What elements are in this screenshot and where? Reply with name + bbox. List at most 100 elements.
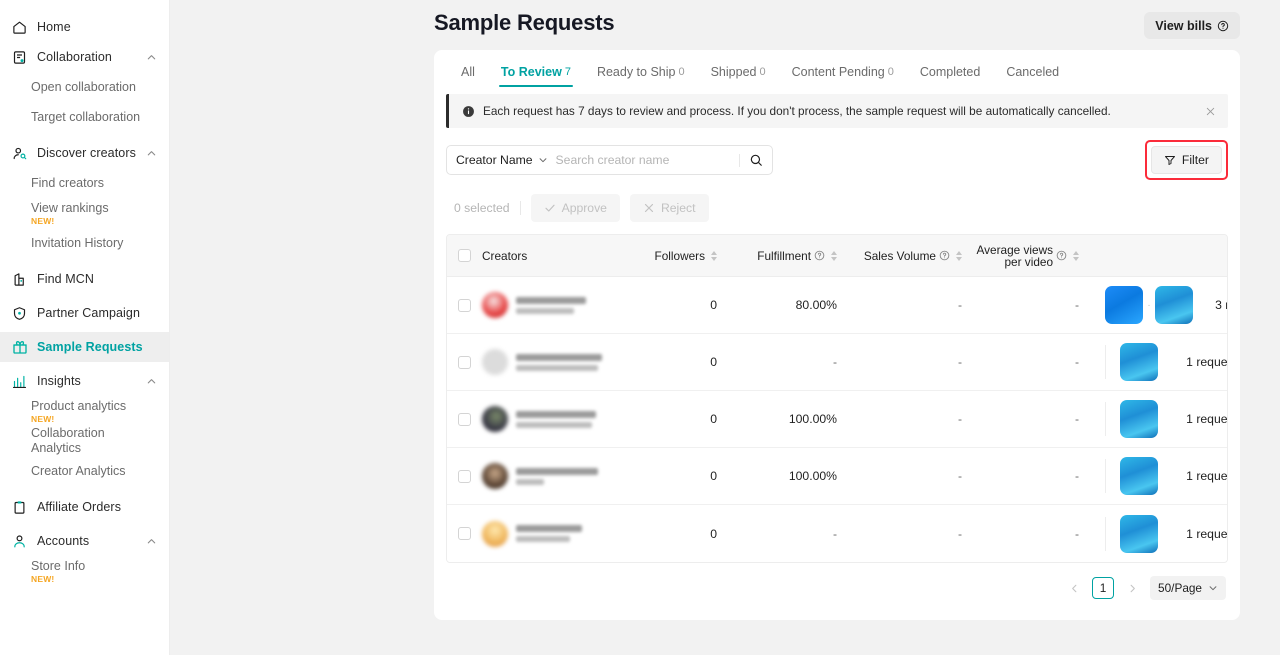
sort-icon[interactable] bbox=[956, 251, 962, 261]
search-icon[interactable] bbox=[749, 153, 763, 167]
creator-name-redacted bbox=[516, 297, 586, 314]
tab-label: Content Pending bbox=[792, 65, 885, 79]
new-badge: NEW! bbox=[31, 574, 157, 584]
sales-volume-cell: - bbox=[851, 527, 976, 541]
sidebar-subitem-label: Find creators bbox=[31, 176, 157, 191]
product-thumbnail[interactable] bbox=[1155, 286, 1193, 324]
requests-cell[interactable]: 1 request bbox=[1158, 412, 1228, 426]
tab-to-review[interactable]: To Review 7 bbox=[488, 50, 584, 94]
info-icon bbox=[462, 105, 475, 118]
sort-icon[interactable] bbox=[711, 251, 717, 261]
sort-icon[interactable] bbox=[1073, 251, 1079, 261]
sidebar-item-open-collaboration[interactable]: Open collaboration bbox=[0, 72, 169, 102]
column-header-sales-volume[interactable]: Sales Volume bbox=[851, 249, 976, 263]
tab-canceled[interactable]: Canceled bbox=[993, 50, 1072, 94]
sidebar-item-target-collaboration[interactable]: Target collaboration bbox=[0, 102, 169, 132]
select-all-checkbox[interactable] bbox=[458, 249, 471, 262]
requests-cell[interactable]: 1 request bbox=[1158, 355, 1228, 369]
tab-all[interactable]: All bbox=[448, 50, 488, 94]
requests-cell[interactable]: 1 request bbox=[1158, 527, 1228, 541]
row-checkbox[interactable] bbox=[458, 527, 471, 540]
sidebar-subitem-label: Invitation History bbox=[31, 236, 157, 251]
row-checkbox[interactable] bbox=[458, 299, 471, 312]
followers-cell: 0 bbox=[632, 527, 736, 541]
next-page-button[interactable] bbox=[1121, 577, 1143, 599]
creator-search-box[interactable]: Creator Name bbox=[446, 145, 773, 175]
average-views-value: - bbox=[1075, 527, 1079, 541]
product-thumbnail[interactable] bbox=[1120, 400, 1158, 438]
main-content: Sample Requests View bills All To Review… bbox=[170, 0, 1280, 655]
sidebar-item-creator-analytics[interactable]: Creator Analytics bbox=[0, 456, 169, 486]
help-circle-icon[interactable] bbox=[1056, 250, 1067, 261]
sales-volume-cell: - bbox=[851, 298, 976, 312]
tab-label: To Review bbox=[501, 65, 562, 79]
column-header-creators: Creators bbox=[481, 249, 632, 263]
filter-label: Filter bbox=[1182, 153, 1209, 167]
tab-completed[interactable]: Completed bbox=[907, 50, 993, 94]
discover-creators-icon bbox=[11, 145, 28, 162]
average-views-value: - bbox=[1075, 355, 1079, 369]
view-bills-button[interactable]: View bills bbox=[1144, 12, 1240, 39]
row-checkbox[interactable] bbox=[458, 470, 471, 483]
sidebar-item-product-analytics[interactable]: Product analytics NEW! bbox=[0, 396, 169, 426]
tab-shipped[interactable]: Shipped 0 bbox=[698, 50, 779, 94]
sidebar-item-home[interactable]: Home bbox=[0, 12, 169, 42]
sort-icon[interactable] bbox=[831, 251, 837, 261]
table-row[interactable]: 0 100.00% - - 1 request bbox=[447, 448, 1227, 505]
info-banner-message: Each request has 7 days to review and pr… bbox=[483, 104, 1203, 118]
sidebar-item-sample-requests[interactable]: Sample Requests bbox=[0, 332, 169, 362]
tab-label: All bbox=[461, 65, 475, 79]
sidebar-item-insights[interactable]: Insights bbox=[0, 366, 169, 396]
product-thumbnail[interactable] bbox=[1120, 515, 1158, 553]
followers-cell: 0 bbox=[632, 469, 736, 483]
prev-page-button[interactable] bbox=[1063, 577, 1085, 599]
table-row[interactable]: 0 - - - 1 request bbox=[447, 505, 1227, 562]
column-header-fulfillment[interactable]: Fulfillment bbox=[736, 249, 851, 263]
chevron-up-icon bbox=[146, 536, 157, 547]
table-row[interactable]: 0 100.00% - - 1 request bbox=[447, 391, 1227, 448]
table-row[interactable]: 0 80.00% - - · 3 requests bbox=[447, 277, 1227, 334]
page-number-1[interactable]: 1 bbox=[1092, 577, 1114, 599]
tab-count: 0 bbox=[888, 66, 894, 78]
creator-name-redacted bbox=[516, 525, 582, 542]
product-divider bbox=[1105, 459, 1106, 493]
sidebar-item-find-mcn[interactable]: Find MCN bbox=[0, 264, 169, 294]
page-title: Sample Requests bbox=[434, 10, 614, 36]
row-checkbox[interactable] bbox=[458, 413, 471, 426]
product-divider bbox=[1105, 517, 1106, 551]
help-circle-icon[interactable] bbox=[814, 250, 825, 261]
sidebar-item-invitation-history[interactable]: Invitation History bbox=[0, 228, 169, 258]
sidebar-item-discover-creators[interactable]: Discover creators bbox=[0, 138, 169, 168]
requests-cell[interactable]: 3 requests bbox=[1193, 298, 1228, 312]
help-circle-icon[interactable] bbox=[939, 250, 950, 261]
approve-button[interactable]: Approve bbox=[531, 194, 620, 222]
filter-button[interactable]: Filter bbox=[1151, 146, 1222, 174]
sidebar-item-accounts[interactable]: Accounts bbox=[0, 526, 169, 556]
product-thumbnail[interactable] bbox=[1120, 343, 1158, 381]
row-checkbox[interactable] bbox=[458, 356, 471, 369]
product-thumbnail[interactable] bbox=[1120, 457, 1158, 495]
tab-content-pending[interactable]: Content Pending 0 bbox=[779, 50, 907, 94]
sidebar-item-partner-campaign[interactable]: Partner Campaign bbox=[0, 298, 169, 328]
page-size-selector[interactable]: 50/Page bbox=[1150, 576, 1226, 600]
sidebar-item-collaboration-analytics[interactable]: Collaboration Analytics bbox=[0, 426, 169, 456]
tab-ready-to-ship[interactable]: Ready to Ship 0 bbox=[584, 50, 698, 94]
filter-highlight-box: Filter bbox=[1145, 140, 1228, 180]
chevron-down-icon[interactable] bbox=[538, 155, 548, 165]
fulfillment-cell: 100.00% bbox=[736, 469, 851, 483]
sidebar-item-collaboration[interactable]: Collaboration bbox=[0, 42, 169, 72]
sidebar-item-find-creators[interactable]: Find creators bbox=[0, 168, 169, 198]
requests-cell[interactable]: 1 request bbox=[1158, 469, 1228, 483]
column-header-average-views[interactable]: Average views per video bbox=[976, 244, 1091, 268]
table-row[interactable]: 0 - - - 1 request bbox=[447, 334, 1227, 391]
sidebar-item-store-info[interactable]: Store Info NEW! bbox=[0, 556, 169, 586]
sidebar-item-affiliate-orders[interactable]: Affiliate Orders bbox=[0, 492, 169, 522]
search-input[interactable] bbox=[556, 153, 735, 167]
close-icon[interactable] bbox=[1203, 106, 1218, 117]
product-thumbnail[interactable] bbox=[1105, 286, 1143, 324]
column-header-followers[interactable]: Followers bbox=[632, 249, 736, 263]
sidebar-item-view-rankings[interactable]: View rankings NEW! bbox=[0, 198, 169, 228]
content-card: All To Review 7 Ready to Ship 0 Shipped … bbox=[434, 50, 1240, 620]
search-row: Creator Name Filter bbox=[434, 128, 1240, 180]
reject-button[interactable]: Reject bbox=[630, 194, 709, 222]
